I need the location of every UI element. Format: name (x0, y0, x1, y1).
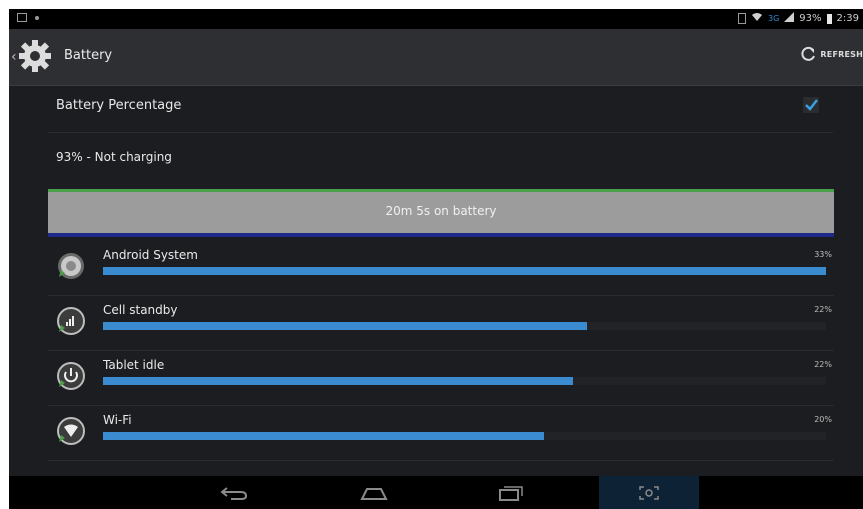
checkmark-icon (805, 99, 818, 111)
network-type: 3G (768, 14, 780, 23)
settings-gear-icon (19, 40, 51, 72)
refresh-label: REFRESH (820, 49, 863, 59)
usage-item-tablet-idle[interactable]: Tablet idle 22% (48, 351, 834, 406)
screenshot-button[interactable] (599, 476, 699, 509)
action-bar: ‹ Battery REFRESH (9, 29, 863, 86)
recent-apps-icon (499, 485, 523, 501)
usage-bar-fill (103, 267, 826, 275)
home-icon (360, 487, 388, 500)
up-navigation[interactable]: ‹ (9, 29, 57, 85)
android-system-icon (58, 253, 84, 279)
clock: 2:39 (836, 13, 859, 24)
page-title: Battery (64, 48, 113, 63)
usage-name: Tablet idle (103, 358, 165, 372)
back-button[interactable] (184, 476, 284, 509)
usage-bar-track (103, 377, 826, 385)
device-screen: 3G 93% 2:39 ‹ Battery REFRESH Battery Pe… (9, 9, 863, 509)
charging-status-text: 93% - Not charging (56, 150, 172, 164)
navigation-bar (9, 476, 863, 509)
usage-bar-fill (103, 432, 545, 440)
usage-item-wifi[interactable]: Wi-Fi 20% (48, 406, 834, 461)
recent-apps-button[interactable] (460, 476, 560, 509)
usage-bar-fill (103, 377, 573, 385)
wifi-icon (57, 417, 85, 445)
battery-percentage-checkbox[interactable] (803, 97, 819, 113)
battery-time-label: 20m 5s on battery (385, 204, 497, 218)
refresh-icon (801, 46, 816, 61)
signal-icon (784, 12, 795, 25)
battery-content: Battery Percentage 93% - Not charging 20… (9, 86, 863, 476)
usage-percent: 22% (814, 305, 832, 314)
usage-percent: 22% (814, 360, 832, 369)
wifi-status-icon (751, 12, 763, 25)
usage-name: Cell standby (103, 303, 178, 317)
home-button[interactable] (324, 476, 424, 509)
cell-standby-icon (57, 307, 85, 335)
notification-dot-icon (35, 15, 39, 20)
battery-history-graph[interactable]: 20m 5s on battery (48, 189, 834, 237)
up-caret-icon: ‹ (11, 49, 17, 65)
battery-percent: 93% (799, 13, 822, 24)
vibrate-icon (738, 13, 746, 24)
usage-name: Android System (103, 248, 198, 262)
usage-bar-track (103, 267, 826, 275)
usage-item-cell-standby[interactable]: Cell standby 22% (48, 296, 834, 351)
usage-percent: 20% (814, 415, 832, 424)
notification-icon (17, 13, 27, 22)
usage-name: Wi-Fi (103, 413, 132, 427)
battery-percentage-setting[interactable]: Battery Percentage (48, 86, 833, 133)
battery-percentage-label: Battery Percentage (56, 98, 182, 113)
back-icon (220, 486, 248, 500)
battery-icon (826, 13, 832, 24)
charging-status: 93% - Not charging (48, 142, 833, 178)
status-bar: 3G 93% 2:39 (9, 9, 863, 29)
screenshot-icon (639, 485, 659, 500)
usage-bar-track (103, 432, 826, 440)
tablet-idle-icon (57, 362, 85, 390)
usage-percent: 33% (814, 250, 832, 259)
usage-bar-fill (103, 322, 588, 330)
refresh-button[interactable]: REFRESH (799, 45, 863, 63)
usage-item-android-system[interactable]: Android System 33% (48, 241, 834, 296)
usage-bar-track (103, 322, 826, 330)
